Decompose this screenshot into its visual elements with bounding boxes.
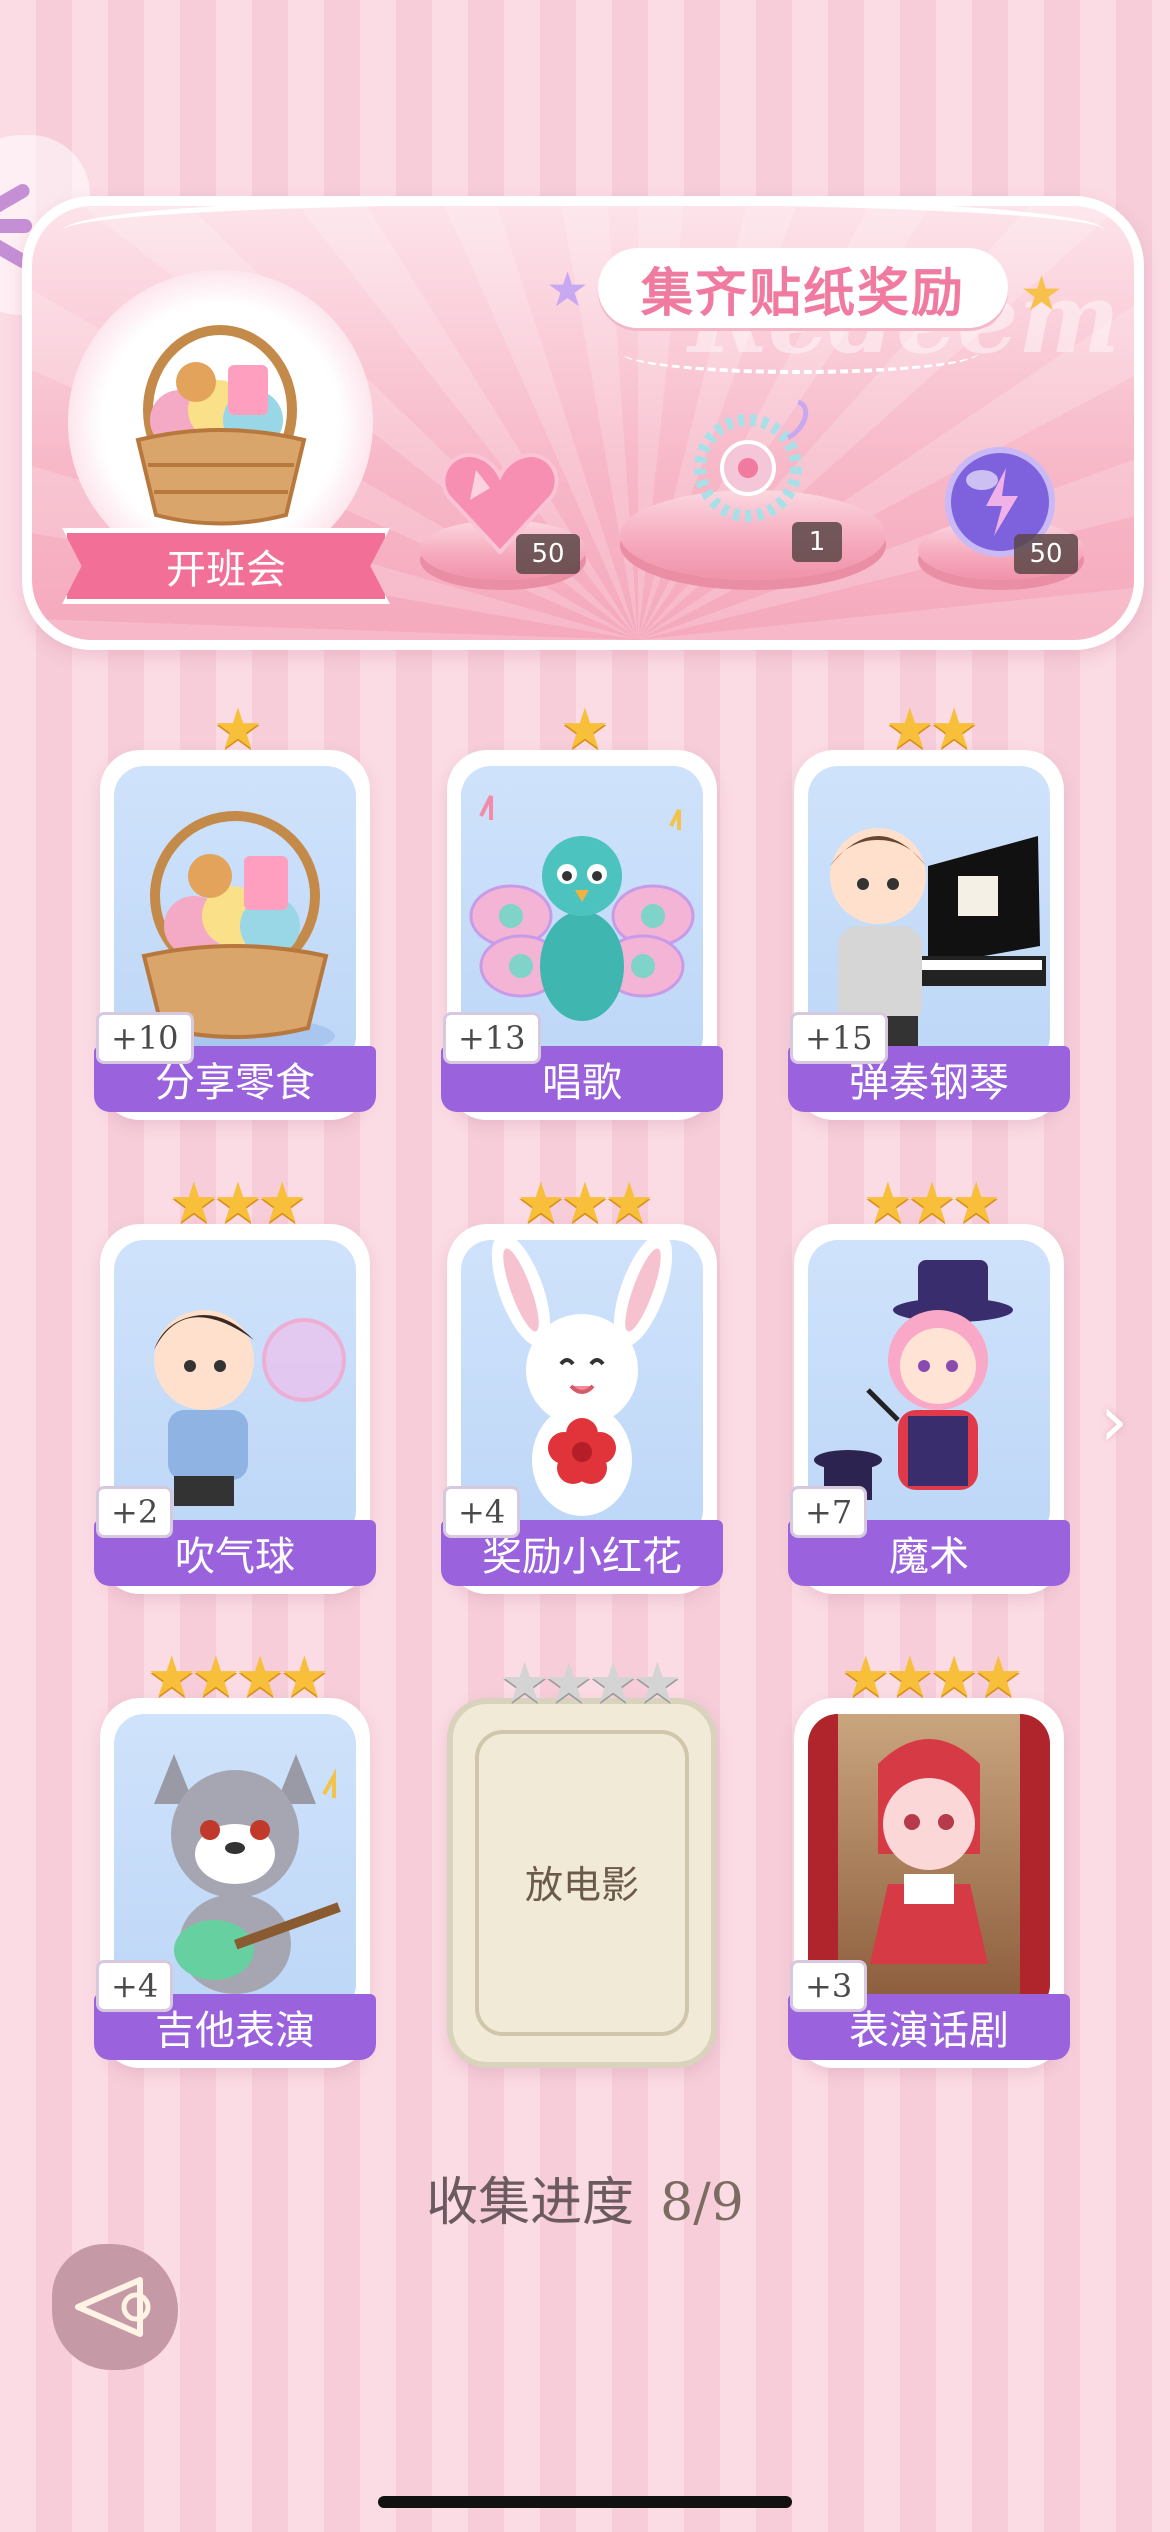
star-rating: ★ bbox=[559, 697, 610, 762]
card-bonus: +4 bbox=[443, 1486, 521, 1538]
card-bonus: +15 bbox=[790, 1012, 888, 1064]
gem-bracelet-icon bbox=[694, 399, 809, 522]
sticker-card[interactable]: ★★★★ 表演话剧 +3 bbox=[788, 1648, 1070, 2068]
banner-title: 集齐贴纸奖励 bbox=[598, 248, 1008, 328]
card-bonus: +7 bbox=[790, 1486, 868, 1538]
sticker-card[interactable]: ★★ 弹奏钢琴 +15 bbox=[788, 700, 1070, 1120]
sticker-card[interactable]: ★ 分享零食 +10 bbox=[94, 700, 376, 1120]
reward-count: 50 bbox=[1014, 534, 1078, 574]
star-rating: ★★★ bbox=[862, 1171, 1002, 1236]
progress-label: 收集进度 bbox=[426, 2173, 635, 2233]
back-button[interactable] bbox=[52, 2244, 178, 2370]
card-bonus: +3 bbox=[790, 1960, 868, 2012]
star-icon: ★ bbox=[1020, 266, 1064, 322]
star-rating: ★★★★ bbox=[146, 1645, 330, 1710]
star-icon: ★ bbox=[546, 262, 590, 318]
collection-progress: 收集进度 8/9 bbox=[0, 2160, 1170, 2235]
sticker-card[interactable]: ★★★ 吹气球 +2 bbox=[94, 1174, 376, 1594]
reward-bracelet[interactable] bbox=[688, 398, 818, 542]
reward-count: 50 bbox=[516, 534, 580, 574]
star-rating: ★★★ bbox=[515, 1171, 655, 1236]
card-bonus: +2 bbox=[96, 1486, 174, 1538]
sticker-card[interactable]: ★★★★ 吉他表演 +4 bbox=[94, 1648, 376, 2068]
star-rating: ★★★★ bbox=[840, 1645, 1024, 1710]
sticker-card-locked[interactable]: ★★★★ 放电影 bbox=[447, 1654, 717, 2068]
sticker-card[interactable]: ★★★ 奖励小红花 +4 bbox=[441, 1174, 723, 1594]
card-label: 放电影 bbox=[524, 1863, 639, 1907]
progress-value: 8/9 bbox=[660, 2173, 744, 2233]
home-indicator bbox=[378, 2496, 792, 2508]
sticker-card[interactable]: ★★★ 魔术 +7 bbox=[788, 1174, 1070, 1594]
sticker-card[interactable]: ★ 唱歌 +13 bbox=[441, 700, 723, 1120]
next-page-arrow-icon[interactable]: › bbox=[1100, 1380, 1144, 1462]
card-bonus: +10 bbox=[96, 1012, 194, 1064]
star-rating: ★★★★ bbox=[499, 1651, 683, 1716]
star-rating: ★★★ bbox=[168, 1171, 308, 1236]
star-rating: ★★ bbox=[884, 697, 979, 762]
card-bonus: +4 bbox=[96, 1960, 174, 2012]
card-bonus: +13 bbox=[443, 1012, 541, 1064]
main-reward-label: 开班会 bbox=[62, 528, 390, 604]
star-rating: ★ bbox=[212, 697, 263, 762]
reward-count: 1 bbox=[792, 522, 842, 562]
back-arrow-icon bbox=[75, 2277, 151, 2337]
dashed-decoration bbox=[620, 330, 980, 374]
